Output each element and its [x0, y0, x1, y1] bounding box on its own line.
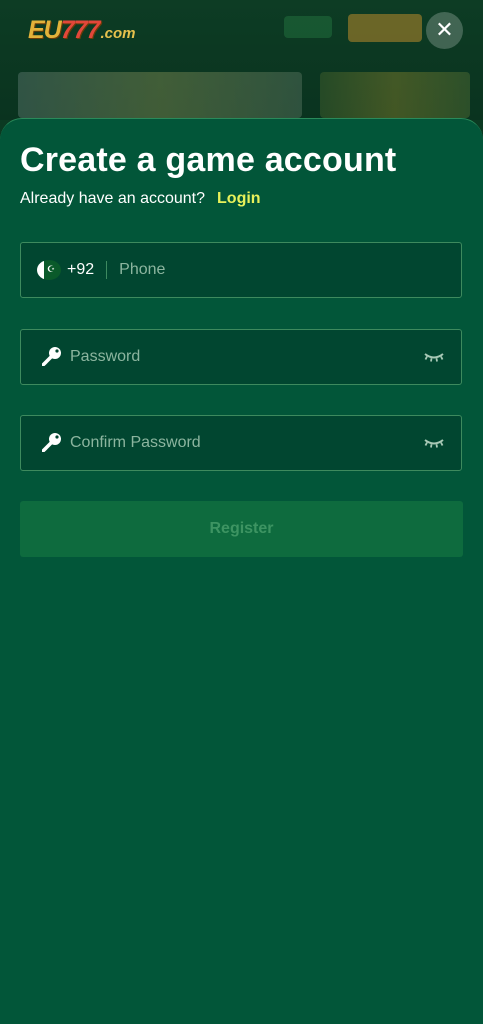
phone-field[interactable]: ☪ +92: [20, 242, 462, 298]
close-icon: ✕: [435, 18, 454, 43]
background-header-button: [348, 14, 422, 42]
background-banner: [320, 72, 470, 118]
eye-closed-icon[interactable]: [423, 436, 445, 450]
login-link[interactable]: Login: [217, 190, 261, 207]
country-code[interactable]: +92: [67, 261, 94, 279]
key-icon: [42, 347, 61, 366]
background-header-button: [284, 16, 332, 38]
logo-text-eu: EU: [28, 16, 62, 44]
register-button[interactable]: Register: [20, 501, 463, 557]
divider: [106, 261, 108, 279]
logo-text-com: .com: [100, 25, 136, 42]
logo-text-777: 777: [60, 16, 101, 44]
password-input[interactable]: [70, 330, 423, 384]
eu777-logo: EU777 .com: [28, 16, 135, 46]
key-icon: [42, 433, 61, 452]
background-banner: [18, 72, 302, 118]
pakistan-flag-icon[interactable]: ☪: [37, 260, 61, 280]
phone-input[interactable]: [119, 243, 461, 297]
background-header: EU777 .com: [0, 0, 483, 120]
password-field[interactable]: [20, 329, 462, 385]
page-title: Create a game account: [20, 141, 397, 179]
register-modal: Create a game account Already have an ac…: [0, 118, 483, 1024]
confirm-password-field[interactable]: [20, 415, 462, 471]
close-button[interactable]: ✕: [426, 12, 463, 49]
have-account-text: Already have an account?: [20, 190, 206, 207]
confirm-password-input[interactable]: [70, 416, 423, 470]
login-prompt: Already have an account? Login: [20, 190, 261, 208]
eye-closed-icon[interactable]: [423, 350, 445, 364]
